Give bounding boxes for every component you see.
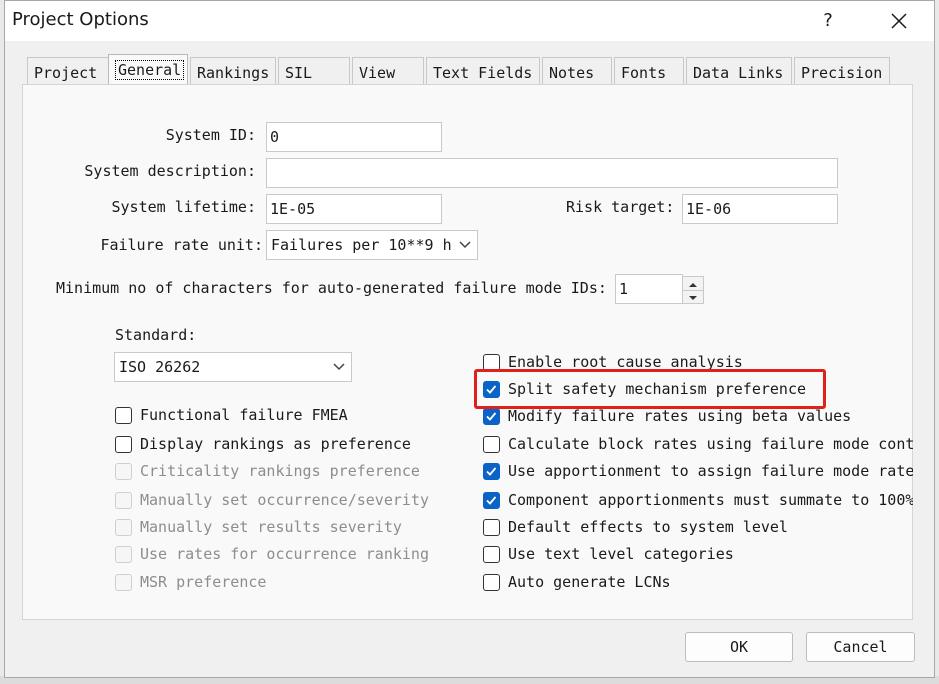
background-window-edge-right bbox=[935, 0, 939, 684]
checkbox-label: Calculate block rates using failure mode… bbox=[508, 435, 913, 453]
spin-down-icon bbox=[689, 296, 697, 300]
system-id-input[interactable]: 0 bbox=[266, 122, 442, 152]
checkbox[interactable] bbox=[483, 492, 500, 509]
checkbox-label: Manually set results severity bbox=[140, 518, 402, 536]
chevron-down-icon bbox=[333, 363, 345, 371]
checkbox[interactable] bbox=[483, 436, 500, 453]
spin-up-button[interactable] bbox=[683, 277, 703, 291]
risk-target-input[interactable]: 1E-06 bbox=[682, 194, 838, 224]
spin-down-button[interactable] bbox=[683, 290, 703, 303]
chevron-down-icon bbox=[456, 241, 471, 249]
checkbox-label: Component apportionments must summate to… bbox=[508, 491, 913, 509]
checkbox[interactable] bbox=[483, 519, 500, 536]
dialog-title: Project Options bbox=[12, 9, 149, 30]
system-description-label: System description: bbox=[84, 162, 256, 180]
checkbox[interactable] bbox=[483, 546, 500, 563]
checkmark-icon bbox=[486, 496, 497, 505]
checkbox[interactable] bbox=[483, 574, 500, 591]
min-chars-input[interactable]: 1 bbox=[615, 274, 683, 304]
standard-select[interactable]: ISO 26262 bbox=[114, 352, 352, 382]
checkbox-label: Default effects to system level bbox=[508, 518, 788, 536]
system-description-input[interactable] bbox=[266, 158, 838, 188]
cancel-button[interactable]: Cancel bbox=[806, 632, 915, 662]
checkbox bbox=[115, 574, 132, 591]
tab-project[interactable]: Project bbox=[27, 57, 110, 85]
checkbox[interactable] bbox=[483, 408, 500, 425]
system-id-label: System ID: bbox=[165, 126, 256, 144]
checkbox-label: Modify failure rates using beta values bbox=[508, 407, 852, 425]
help-button[interactable]: ? bbox=[813, 5, 843, 37]
checkmark-icon bbox=[486, 467, 497, 476]
close-button[interactable] bbox=[875, 5, 923, 37]
min-chars-label: Minimum no of characters for auto-genera… bbox=[56, 279, 607, 297]
tab-precision[interactable]: Precision bbox=[794, 57, 890, 85]
title-bar: Project Options ? bbox=[5, 1, 934, 41]
close-icon bbox=[891, 13, 907, 29]
tab-rankings[interactable]: Rankings bbox=[190, 57, 276, 85]
risk-target-label: Risk target: bbox=[566, 198, 675, 216]
system-lifetime-input[interactable]: 1E-05 bbox=[266, 194, 442, 224]
checkmark-icon bbox=[486, 412, 497, 421]
checkbox-label: Criticality rankings preference bbox=[140, 462, 420, 480]
checkbox-label: Auto generate LCNs bbox=[508, 573, 671, 591]
checkbox bbox=[115, 463, 132, 480]
checkbox[interactable] bbox=[115, 407, 132, 424]
checkbox-label: Manually set occurrence/severity bbox=[140, 491, 429, 509]
failure-rate-unit-select[interactable]: Failures per 10**9 h bbox=[266, 230, 478, 260]
checkbox bbox=[115, 519, 132, 536]
tab-general[interactable]: General bbox=[108, 54, 188, 86]
tab-notes[interactable]: Notes bbox=[542, 57, 612, 85]
min-chars-spinner bbox=[682, 276, 704, 304]
tab-fonts[interactable]: Fonts bbox=[614, 57, 684, 85]
checkbox bbox=[115, 546, 132, 563]
tab-sil[interactable]: SIL bbox=[278, 57, 350, 85]
checkbox[interactable] bbox=[483, 463, 500, 480]
tab-general-label: General bbox=[115, 60, 185, 80]
checkbox-label: Use text level categories bbox=[508, 545, 734, 563]
tab-text-fields[interactable]: Text Fields bbox=[426, 57, 540, 85]
checkbox-label: Use rates for occurrence ranking bbox=[140, 545, 429, 563]
tab-data-links[interactable]: Data Links bbox=[686, 57, 792, 85]
highlight-box bbox=[474, 369, 826, 409]
failure-rate-unit-value: Failures per 10**9 h bbox=[271, 236, 452, 254]
ok-button[interactable]: OK bbox=[685, 632, 793, 662]
checkbox bbox=[115, 492, 132, 509]
standard-label: Standard: bbox=[115, 326, 197, 344]
checkbox-label: MSR preference bbox=[140, 573, 267, 591]
standard-value: ISO 26262 bbox=[119, 358, 201, 376]
checkbox[interactable] bbox=[115, 436, 132, 453]
checkbox-label: Display rankings as preference bbox=[140, 435, 411, 453]
failure-rate-unit-label: Failure rate unit: bbox=[100, 236, 263, 254]
system-lifetime-label: System lifetime: bbox=[111, 198, 257, 216]
checkbox-label: Functional failure FMEA bbox=[140, 406, 348, 424]
tab-view[interactable]: View bbox=[352, 57, 424, 85]
checkbox-label: Use apportionment to assign failure mode… bbox=[508, 462, 913, 480]
